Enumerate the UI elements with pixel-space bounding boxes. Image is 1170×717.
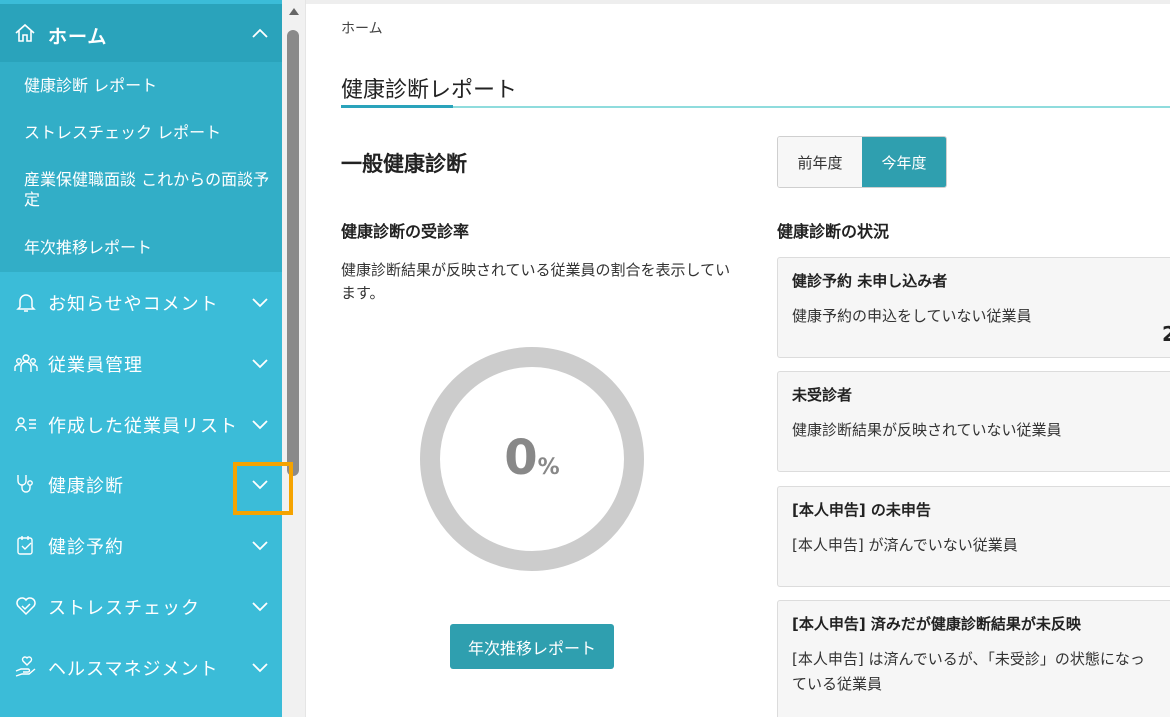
sidebar-item-notices[interactable]: お知らせやコメント (0, 272, 282, 332)
home-icon (14, 22, 36, 44)
rate-title: 健康診断の受診率 (341, 222, 470, 241)
calendar-check-icon (14, 533, 38, 557)
prev-year-button[interactable]: 前年度 (778, 137, 862, 187)
sidebar-item-checkup-booking[interactable]: 健診予約 (0, 515, 282, 575)
title-underline-accent (341, 105, 453, 108)
card-description: 健康診断結果が反映されていない従業員 (792, 421, 1062, 439)
chevron-down-icon[interactable] (250, 661, 270, 675)
sidebar-item-label: ヘルスマネジメント (48, 659, 219, 680)
rate-value: 0% (418, 430, 646, 486)
hand-heart-icon (14, 655, 38, 679)
sidebar-scrollbar[interactable] (282, 0, 306, 717)
status-card-declared-unreflected[interactable]: [本人申告] 済みだが健康診断結果が未反映 [本人申告] は済んでいるが、「未受… (777, 600, 1170, 717)
status-card-not-declared[interactable]: [本人申告] の未申告 [本人申告] が済んでいない従業員 (777, 486, 1170, 587)
card-description: [本人申告] が済んでいない従業員 (792, 536, 1018, 554)
rate-unit: % (537, 455, 560, 480)
sidebar-item-label: お知らせやコメント (48, 294, 219, 315)
title-underline (341, 106, 1170, 108)
scrollbar-thumb[interactable] (287, 30, 299, 476)
sidebar-item-label: 健診予約 (48, 537, 124, 558)
card-title: 未受診者 (792, 386, 853, 404)
card-count: 2 (1162, 322, 1170, 346)
chevron-down-icon[interactable] (250, 539, 270, 553)
user-list-icon (14, 412, 38, 436)
scroll-up-arrow[interactable] (289, 8, 299, 15)
chevron-down-icon[interactable] (250, 357, 270, 371)
chevron-down-icon[interactable] (250, 296, 270, 310)
sidebar-item-label: ホーム (48, 26, 108, 48)
page-title: 健康診断レポート (341, 78, 518, 103)
sidebar-item-home[interactable]: ホーム (0, 4, 282, 62)
people-icon (14, 351, 38, 375)
heart-icon (14, 594, 38, 618)
card-title: 健診予約 未申し込み者 (792, 272, 948, 290)
sidebar-item-label: 健康診断 (48, 476, 124, 497)
section-title: 一般健康診断 (341, 152, 467, 176)
status-card-booking[interactable]: 健診予約 未申し込み者 健康予約の申込をしていない従業員 2 (777, 257, 1170, 358)
status-card-unexamined[interactable]: 未受診者 健康診断結果が反映されていない従業員 (777, 371, 1170, 472)
chevron-down-icon[interactable] (250, 600, 270, 614)
sidebar-item-label: 作成した従業員リスト (48, 416, 238, 437)
card-title: [本人申告] 済みだが健康診断結果が未反映 (792, 615, 1081, 633)
card-description: [本人申告] は済んでいるが、「未受診」の状態になっている従業員 (792, 650, 1145, 693)
highlight-box (233, 462, 293, 515)
year-toggle: 前年度 今年度 (777, 136, 947, 188)
sidebar: ホーム 健康診断 レポート ストレスチェック レポート 産業保健職面談 これから… (0, 0, 282, 717)
submenu-item-stress-report[interactable]: ストレスチェック レポート (24, 123, 221, 143)
card-title: [本人申告] の未申告 (792, 501, 931, 519)
bell-icon (14, 290, 38, 314)
sidebar-item-health-management[interactable]: ヘルスマネジメント (0, 637, 282, 697)
breadcrumb[interactable]: ホーム (341, 18, 383, 38)
sidebar-item-label: 従業員管理 (48, 355, 143, 376)
stethoscope-icon (14, 472, 38, 496)
sidebar-item-label: ストレスチェック (48, 598, 200, 619)
status-title: 健康診断の状況 (777, 222, 890, 241)
submenu-item-annual-report[interactable]: 年次推移レポート (24, 238, 152, 258)
rate-number: 0 (504, 430, 538, 486)
sidebar-item-stress-check[interactable]: ストレスチェック (0, 576, 282, 636)
card-description: 健康予約の申込をしていない従業員 (792, 307, 1032, 325)
current-year-button[interactable]: 今年度 (862, 137, 946, 187)
submenu-item-health-report[interactable]: 健康診断 レポート (24, 76, 157, 96)
chevron-down-icon[interactable] (250, 418, 270, 432)
top-border (306, 0, 1170, 4)
annual-report-button[interactable]: 年次推移レポート (450, 624, 614, 669)
submenu-item-interview-schedule[interactable]: 産業保健職面談 これからの面談予定 (24, 170, 274, 210)
sidebar-item-employee-lists[interactable]: 作成した従業員リスト (0, 394, 282, 454)
rate-description: 健康診断結果が反映されている従業員の割合を表示しています。 (341, 261, 731, 302)
home-submenu: 健康診断 レポート ストレスチェック レポート 産業保健職面談 これからの面談予… (0, 62, 282, 272)
sidebar-item-employees[interactable]: 従業員管理 (0, 333, 282, 393)
chevron-up-icon[interactable] (250, 26, 270, 40)
